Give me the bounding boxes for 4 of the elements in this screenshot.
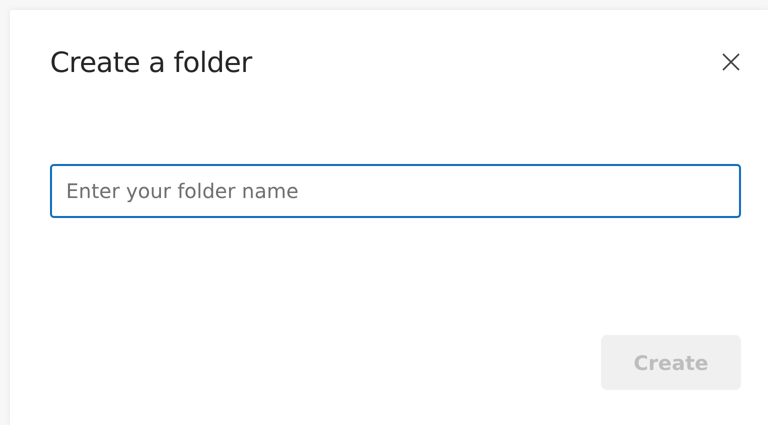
dialog-title: Create a folder	[50, 46, 252, 78]
close-icon	[721, 52, 741, 72]
close-button[interactable]	[721, 52, 741, 72]
folder-name-field[interactable]: Enter your folder name	[50, 164, 741, 218]
